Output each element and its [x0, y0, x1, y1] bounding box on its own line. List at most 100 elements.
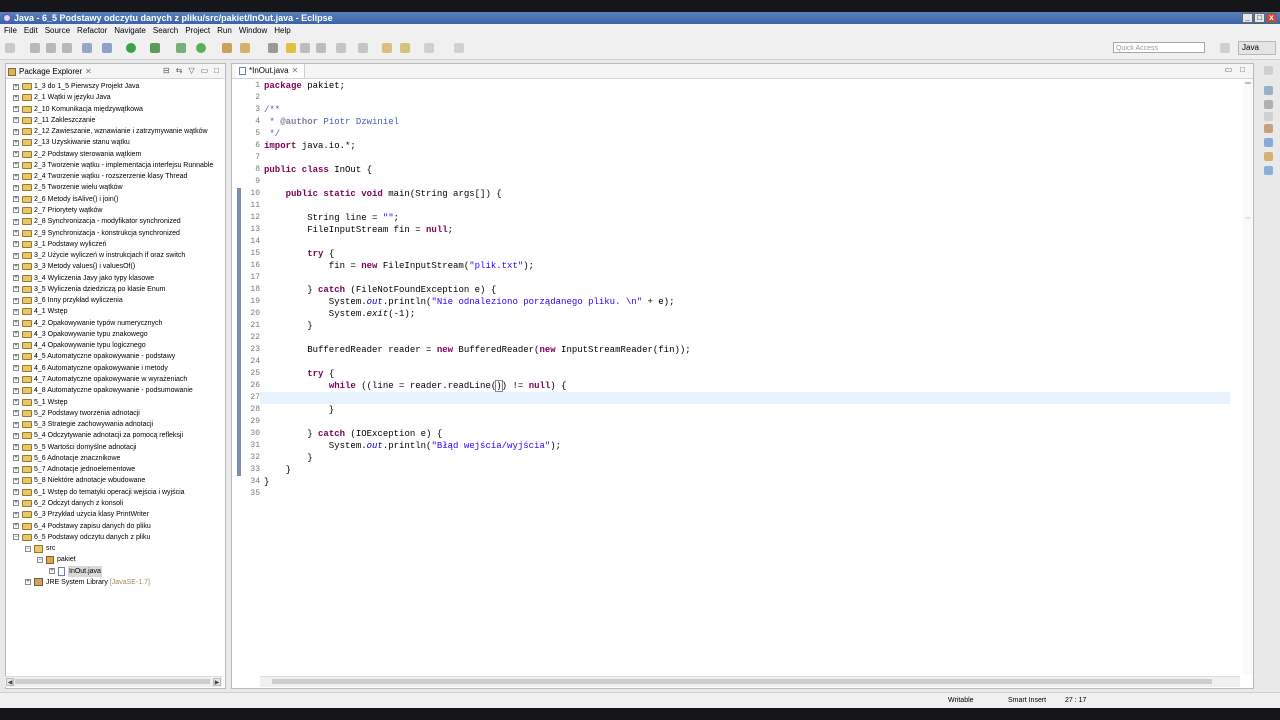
collapse-icon[interactable]: − — [13, 534, 19, 541]
expand-icon[interactable]: + — [13, 162, 19, 169]
menu-file[interactable]: File — [1, 24, 20, 37]
project-item[interactable]: − 6_5 Podstawy odczytu danych z pliku — [13, 532, 150, 543]
java-perspective-button[interactable]: Java — [1238, 41, 1276, 55]
menu-help[interactable]: Help — [271, 24, 293, 37]
menu-refactor[interactable]: Refactor — [74, 24, 110, 37]
project-item[interactable]: +4_1 Wstęp — [13, 306, 67, 317]
next-annotation-icon[interactable] — [336, 43, 346, 53]
collapse-icon[interactable]: − — [37, 556, 43, 563]
expand-icon[interactable]: + — [13, 117, 19, 124]
package-explorer-tab[interactable]: Package Explorer ✕ — [8, 65, 92, 78]
menu-run[interactable]: Run — [214, 24, 235, 37]
maximize-editor-icon[interactable]: □ — [1240, 65, 1245, 74]
editor-hscroll[interactable] — [260, 676, 1240, 687]
expand-icon[interactable]: + — [13, 421, 19, 428]
project-item[interactable]: +3_5 Wyliczenia dziedziczą po klasie Enu… — [13, 284, 165, 295]
expand-icon[interactable]: + — [13, 252, 19, 259]
minimize-editor-icon[interactable]: ▭ — [1225, 65, 1233, 74]
close-icon[interactable]: ✕ — [292, 64, 299, 78]
project-item[interactable]: +5_4 Odczytywanie adnotacji za pomocą re… — [13, 430, 183, 441]
print-icon[interactable] — [62, 43, 72, 53]
file-item[interactable]: + InOut.java — [49, 565, 102, 577]
project-item[interactable]: +5_2 Podstawy tworzenia adnotacji — [13, 408, 140, 419]
project-item[interactable]: +2_12 Zawieszanie, wznawianie i zatrzymy… — [13, 126, 208, 137]
project-item[interactable]: +5_7 Adnotacje jednoelementowe — [13, 464, 135, 475]
menu-source[interactable]: Source — [42, 24, 73, 37]
project-item[interactable]: +2_7 Priorytety wątków — [13, 205, 102, 216]
project-item[interactable]: +3_1 Podstawy wyliczeń — [13, 239, 106, 250]
menu-project[interactable]: Project — [182, 24, 213, 37]
save-icon[interactable] — [30, 43, 40, 53]
scroll-thumb[interactable] — [272, 679, 1212, 684]
project-item[interactable]: +2_3 Tworzenie wątku - implementacja int… — [13, 160, 213, 171]
project-item[interactable]: +2_2 Podstawy sterowania wątkiem — [13, 149, 141, 160]
show-whitespace-icon[interactable] — [300, 43, 310, 53]
expand-icon[interactable]: + — [13, 139, 19, 146]
expand-icon[interactable]: + — [13, 399, 19, 406]
last-edit-icon[interactable] — [382, 43, 392, 53]
project-item[interactable]: +5_6 Adnotacje znacznikowe — [13, 453, 120, 464]
menu-window[interactable]: Window — [236, 24, 270, 37]
expand-icon[interactable]: + — [13, 106, 19, 113]
view-menu-icon[interactable]: ▽ — [188, 66, 194, 75]
outline-icon[interactable] — [1264, 86, 1273, 95]
new-icon[interactable] — [5, 43, 15, 53]
expand-icon[interactable]: + — [13, 83, 19, 90]
collapse-all-icon[interactable]: ⊟ — [163, 66, 170, 75]
project-item[interactable]: +2_9 Synchronizacja - konstrukcja synchr… — [13, 228, 180, 239]
expand-icon[interactable]: + — [13, 376, 19, 383]
link-with-editor-icon[interactable]: ⇆ — [176, 66, 183, 75]
scroll-thumb[interactable] — [15, 679, 210, 684]
open-type-icon[interactable] — [222, 43, 232, 53]
project-item[interactable]: +4_2 Opakowywanie typów numerycznych — [13, 318, 162, 329]
expand-icon[interactable]: + — [13, 230, 19, 236]
project-item[interactable]: +6_1 Wstęp do tematyki operacji wejścia … — [13, 487, 185, 498]
project-item[interactable]: +2_1 Wątki w języku Java — [13, 92, 111, 103]
block-selection-icon[interactable] — [316, 43, 326, 53]
console-icon[interactable] — [1264, 166, 1273, 175]
expand-icon[interactable]: + — [13, 218, 19, 225]
project-item[interactable]: +4_6 Automatyczne opakowywanie i metody — [13, 363, 168, 374]
expand-icon[interactable]: + — [13, 297, 19, 304]
expand-icon[interactable]: + — [49, 568, 55, 575]
expand-icon[interactable]: + — [13, 128, 19, 135]
close-window-button[interactable]: x — [1266, 13, 1277, 23]
expand-icon[interactable]: + — [13, 320, 19, 327]
pin-icon[interactable] — [454, 43, 464, 53]
run-icon[interactable] — [126, 43, 136, 53]
expand-icon[interactable]: + — [13, 444, 19, 451]
project-item[interactable]: +4_5 Automatyczne opakowywanie - podstaw… — [13, 351, 175, 362]
scroll-left-icon[interactable]: ◀ — [6, 678, 14, 686]
overview-ruler[interactable] — [1243, 79, 1253, 674]
expand-icon[interactable]: + — [13, 455, 19, 462]
search-icon[interactable] — [240, 43, 250, 53]
expand-icon[interactable]: + — [13, 184, 19, 191]
collapse-icon[interactable]: − — [25, 545, 31, 552]
expand-icon[interactable]: + — [13, 196, 19, 203]
expand-icon[interactable]: + — [13, 275, 19, 282]
minimize-view-icon[interactable]: ▭ — [201, 66, 209, 75]
expand-icon[interactable]: + — [13, 410, 19, 417]
expand-icon[interactable]: + — [13, 477, 19, 484]
editor-tab-inout[interactable]: *InOut.java ✕ — [236, 64, 306, 78]
package-explorer-hscroll[interactable]: ◀ ▶ — [5, 676, 222, 687]
new-java-project-icon[interactable] — [176, 43, 186, 53]
expand-icon[interactable]: + — [13, 353, 19, 360]
expand-icon[interactable]: + — [13, 94, 19, 101]
project-item[interactable]: +6_2 Odczyt danych z konsoli — [13, 498, 123, 509]
expand-icon[interactable]: + — [13, 511, 19, 518]
overview-marker[interactable] — [1245, 82, 1251, 84]
project-item[interactable]: +3_3 Metody values() i valuesOf() — [13, 261, 135, 272]
back-icon[interactable] — [400, 43, 410, 53]
quick-access-input[interactable]: Quick Access — [1113, 42, 1205, 53]
restore-icon[interactable] — [1264, 66, 1273, 75]
maximize-button[interactable]: □ — [1254, 13, 1265, 23]
expand-icon[interactable]: + — [13, 151, 19, 158]
expand-icon[interactable]: + — [13, 466, 19, 473]
project-item[interactable]: +3_2 Użycie wyliczeń w instrukcjach if o… — [13, 250, 185, 261]
expand-icon[interactable]: + — [13, 331, 19, 338]
maximize-view-icon[interactable]: □ — [214, 66, 219, 75]
external-tools-icon[interactable] — [150, 43, 160, 53]
project-item[interactable]: +5_8 Niektóre adnotacje wbudowane — [13, 475, 145, 486]
toggle-icon[interactable] — [82, 43, 92, 53]
